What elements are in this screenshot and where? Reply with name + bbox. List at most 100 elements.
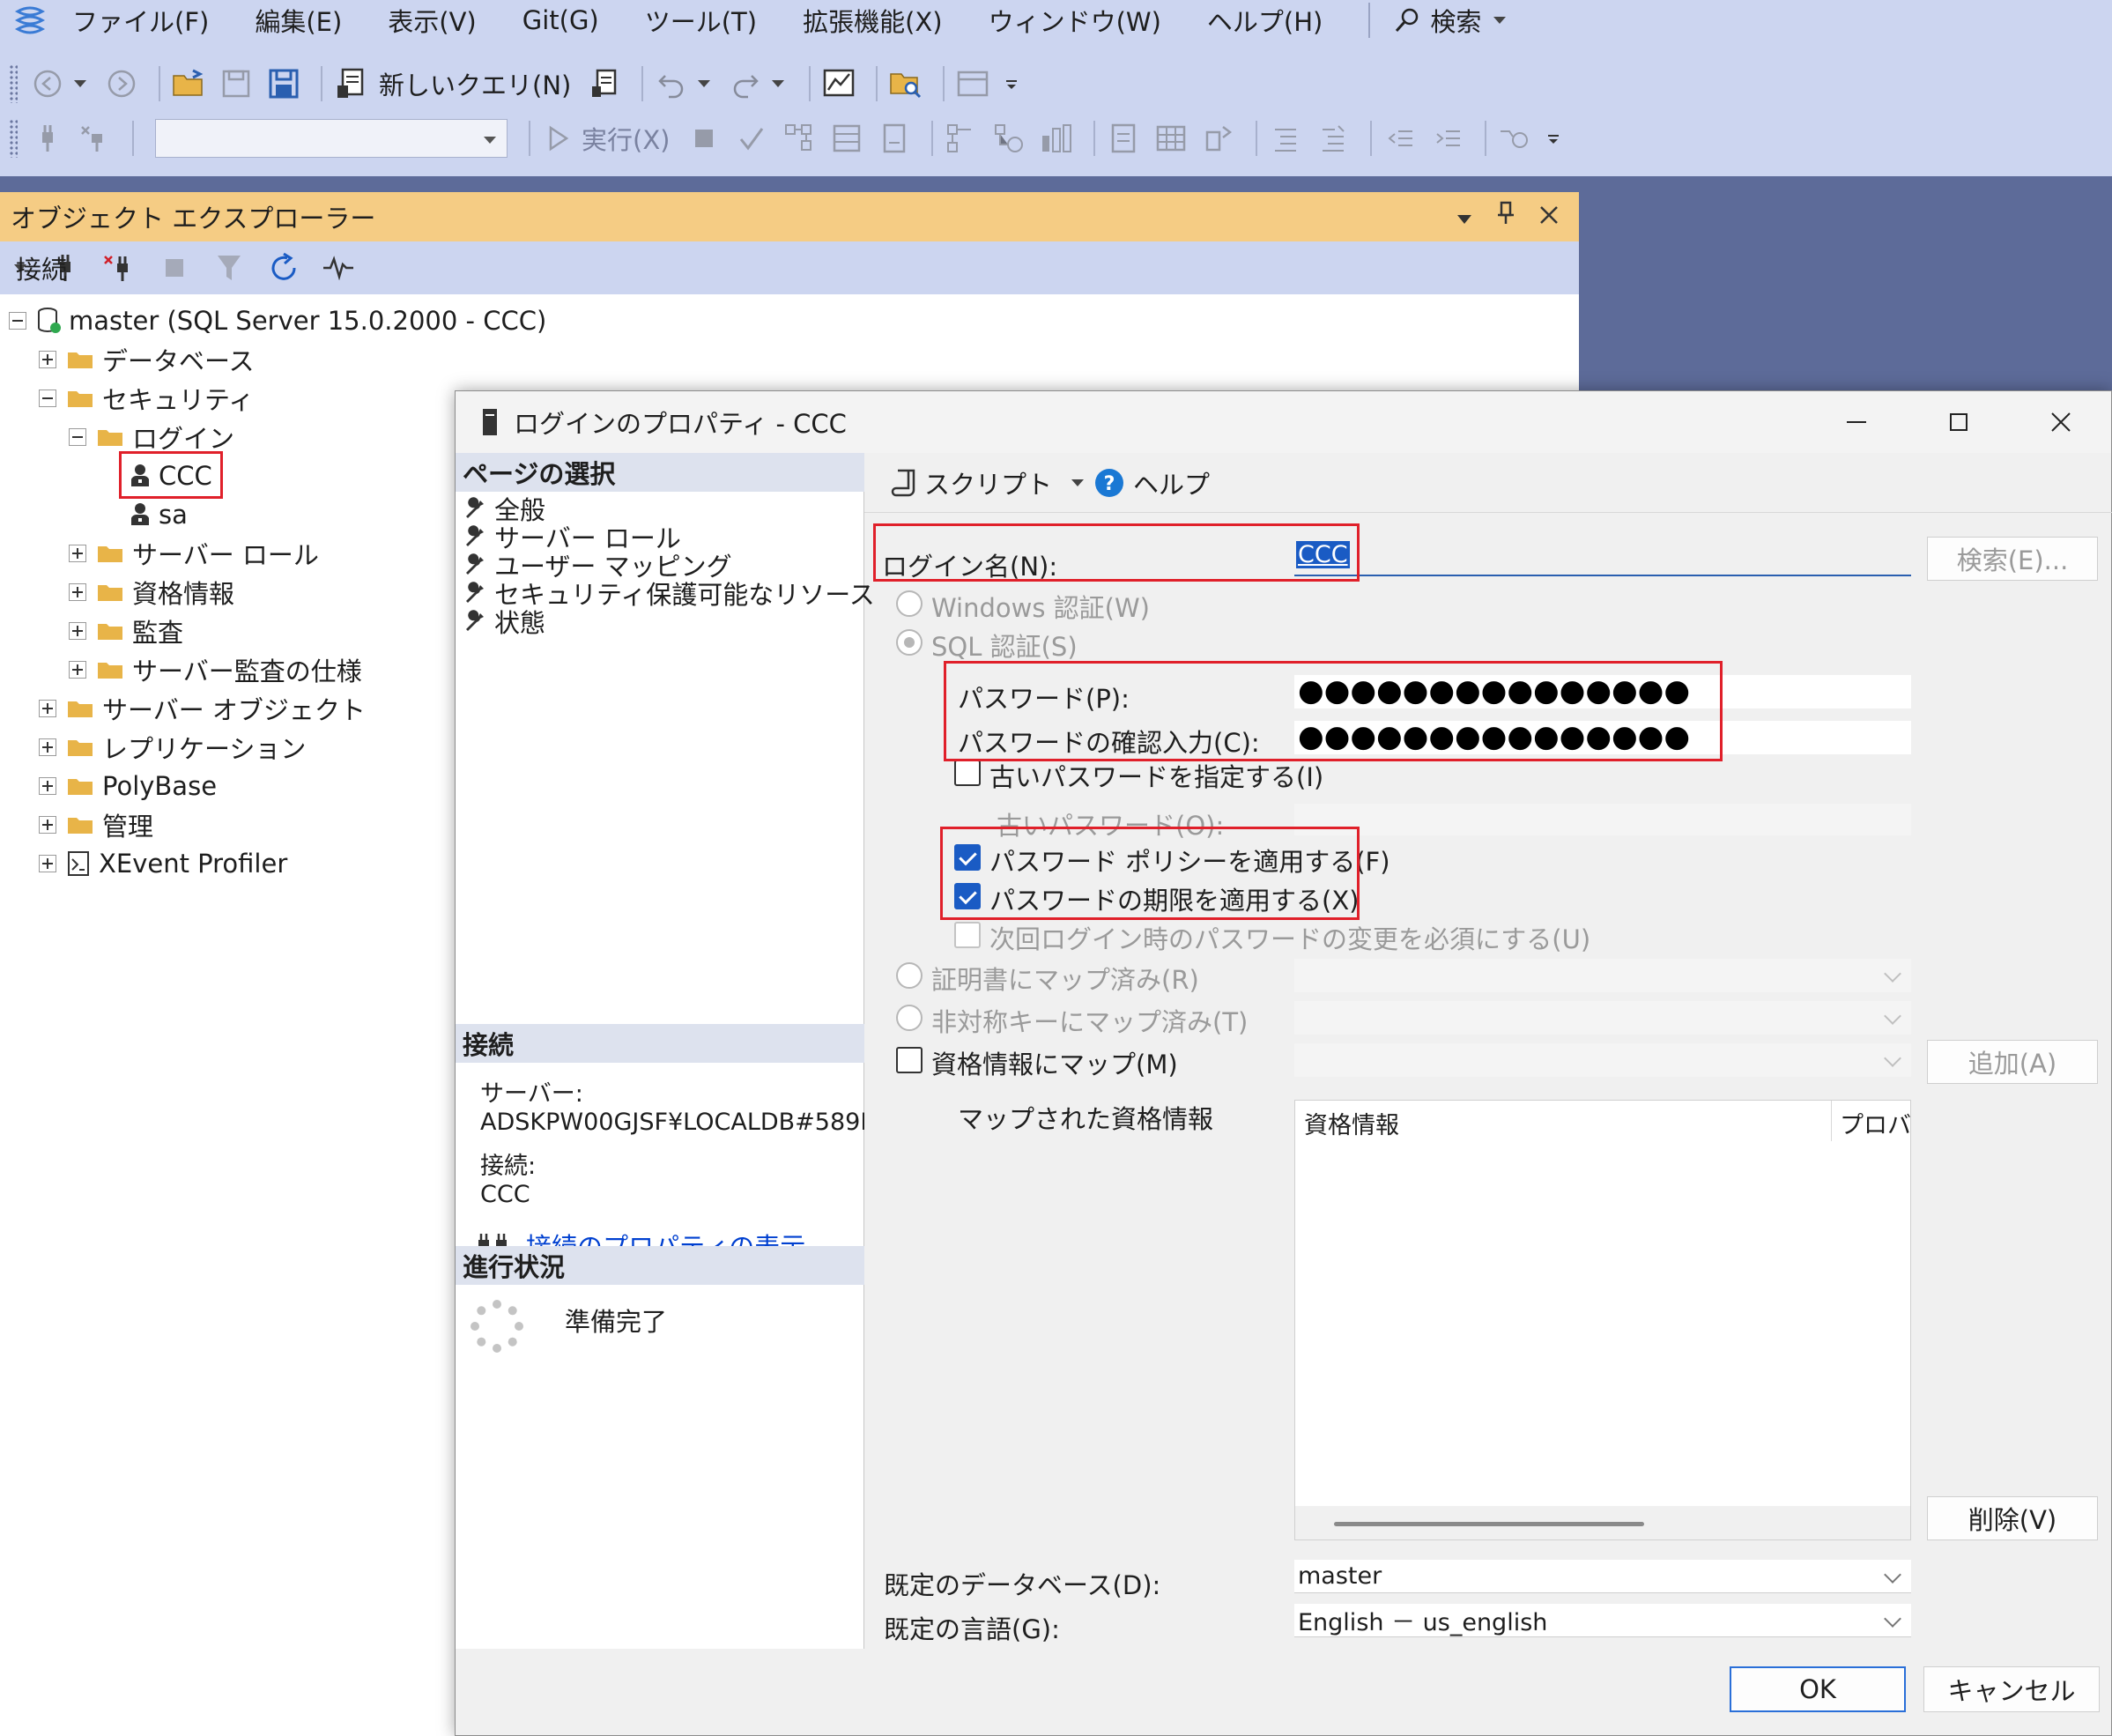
tree-node-server-objects[interactable]: サーバー オブジェクト xyxy=(39,691,366,726)
mapped-credentials-grid[interactable]: 資格情報 プロバイ xyxy=(1294,1100,1911,1540)
stop-icon[interactable] xyxy=(685,119,723,158)
uncomment-icon[interactable] xyxy=(1314,119,1352,158)
comment-icon[interactable] xyxy=(1266,119,1305,158)
menu-search[interactable]: 検索 xyxy=(1393,2,1522,39)
column-header-provider[interactable]: プロバイ xyxy=(1840,1106,1910,1140)
chevron-down-icon[interactable] xyxy=(772,80,785,87)
expand-icon[interactable] xyxy=(69,583,86,601)
tree-node-xevent-profiler[interactable]: XEvent Profiler xyxy=(39,846,287,881)
undo-icon[interactable] xyxy=(652,64,691,103)
cancel-button[interactable]: キャンセル xyxy=(1923,1666,2100,1712)
expand-icon[interactable] xyxy=(69,622,86,640)
toolbar-overflow-icon[interactable] xyxy=(1543,119,1564,158)
back-icon[interactable] xyxy=(28,64,67,103)
disconnect-icon[interactable] xyxy=(100,249,139,287)
forward-icon[interactable] xyxy=(102,64,141,103)
default-database-combo[interactable]: master xyxy=(1294,1560,1911,1593)
chevron-down-icon[interactable] xyxy=(698,80,711,87)
script-button[interactable]: スクリプト xyxy=(924,464,1052,501)
scrollbar-thumb[interactable] xyxy=(1334,1522,1644,1526)
login-name-input[interactable]: CCC xyxy=(1294,539,1911,576)
tree-node-replication[interactable]: レプリケーション xyxy=(39,730,306,765)
results-to-grid-icon[interactable] xyxy=(1152,119,1190,158)
menu-extensions[interactable]: 拡張機能(X) xyxy=(803,2,943,39)
refresh-icon[interactable] xyxy=(264,249,303,287)
must-change-password-checkbox[interactable] xyxy=(954,922,981,948)
menu-window[interactable]: ウィンドウ(W) xyxy=(989,2,1161,39)
certificate-combo[interactable] xyxy=(1294,959,1911,992)
ok-button[interactable]: OK xyxy=(1730,1666,1906,1712)
tree-node-management[interactable]: 管理 xyxy=(39,807,153,842)
new-query-icon[interactable] xyxy=(331,64,370,103)
menu-view[interactable]: 表示(V) xyxy=(388,2,476,39)
change-connection-icon[interactable] xyxy=(76,119,115,158)
page-status[interactable]: 状態 xyxy=(464,606,545,638)
horizontal-scrollbar[interactable] xyxy=(1295,1506,1910,1539)
chevron-down-icon[interactable] xyxy=(74,80,86,87)
execute-icon[interactable] xyxy=(539,119,578,158)
execute-button[interactable]: 実行(X) xyxy=(582,120,671,157)
include-plan-icon[interactable] xyxy=(942,119,981,158)
activity-monitor-icon[interactable] xyxy=(819,64,858,103)
maximize-button[interactable] xyxy=(1908,391,2010,453)
intellisense-icon[interactable] xyxy=(875,119,914,158)
expand-icon[interactable] xyxy=(39,738,56,756)
connect-button[interactable]: 接続 xyxy=(16,249,67,286)
chevron-down-icon[interactable] xyxy=(1071,479,1085,486)
toolbar-grip[interactable] xyxy=(9,64,18,103)
map-certificate-radio[interactable] xyxy=(896,962,923,989)
properties-window-icon[interactable] xyxy=(953,64,992,103)
indent-icon[interactable] xyxy=(1428,119,1467,158)
minimize-button[interactable] xyxy=(1805,391,1908,453)
add-credential-button[interactable]: 追加(A) xyxy=(1927,1040,2098,1084)
expand-icon[interactable] xyxy=(39,855,56,872)
default-language-combo[interactable]: English － us_english xyxy=(1294,1604,1911,1637)
collapse-icon[interactable] xyxy=(69,428,86,446)
query-file-icon[interactable] xyxy=(585,64,624,103)
close-button[interactable] xyxy=(2010,391,2112,453)
display-plan-icon[interactable] xyxy=(780,119,819,158)
map-asymmetric-key-radio[interactable] xyxy=(896,1005,923,1031)
menu-git[interactable]: Git(G) xyxy=(522,5,599,35)
old-password-input[interactable] xyxy=(1294,804,1911,835)
asymmetric-key-combo[interactable] xyxy=(1294,1001,1911,1035)
tree-node-credentials[interactable]: 資格情報 xyxy=(69,575,234,610)
parse-check-icon[interactable] xyxy=(732,119,771,158)
results-to-file-icon[interactable] xyxy=(1199,119,1238,158)
available-databases-combo[interactable] xyxy=(155,119,508,158)
expand-icon[interactable] xyxy=(69,545,86,562)
column-header-credential[interactable]: 資格情報 xyxy=(1304,1106,1399,1140)
tree-node-logins[interactable]: ログイン xyxy=(69,419,234,455)
tree-node-audits[interactable]: 監査 xyxy=(69,613,183,649)
credential-combo[interactable] xyxy=(1294,1043,1911,1077)
expand-icon[interactable] xyxy=(39,351,56,368)
expand-icon[interactable] xyxy=(39,700,56,717)
remove-credential-button[interactable]: 削除(V) xyxy=(1927,1496,2098,1540)
outdent-icon[interactable] xyxy=(1381,119,1419,158)
specify-old-password-checkbox[interactable] xyxy=(954,760,981,786)
chevron-down-icon[interactable] xyxy=(1456,202,1473,232)
specify-values-icon[interactable] xyxy=(1495,119,1534,158)
help-button[interactable]: ヘルプ xyxy=(1133,464,1210,501)
close-icon[interactable] xyxy=(1538,202,1560,232)
tree-node-login-sa[interactable]: sa xyxy=(130,497,188,532)
collapse-icon[interactable] xyxy=(39,389,56,407)
tree-node-audit-specs[interactable]: サーバー監査の仕様 xyxy=(69,652,362,687)
activity-icon[interactable] xyxy=(319,249,358,287)
tree-node-security[interactable]: セキュリティ xyxy=(39,381,254,416)
new-query-button[interactable]: 新しいクエリ(N) xyxy=(379,65,571,102)
save-all-icon[interactable] xyxy=(264,64,303,103)
menu-help[interactable]: ヘルプ(H) xyxy=(1207,2,1323,39)
collapse-icon[interactable] xyxy=(9,312,26,330)
registered-servers-icon[interactable] xyxy=(886,64,925,103)
open-folder-icon[interactable] xyxy=(169,64,208,103)
pin-icon[interactable] xyxy=(1496,201,1515,232)
stop-icon[interactable] xyxy=(155,249,194,287)
save-icon[interactable] xyxy=(217,64,256,103)
menu-edit[interactable]: 編集(E) xyxy=(255,2,342,39)
sql-auth-radio[interactable] xyxy=(896,629,923,656)
filter-icon[interactable] xyxy=(210,249,248,287)
results-to-text-icon[interactable] xyxy=(1104,119,1143,158)
live-stats-icon[interactable] xyxy=(989,119,1028,158)
tree-node-databases[interactable]: データベース xyxy=(39,342,255,377)
